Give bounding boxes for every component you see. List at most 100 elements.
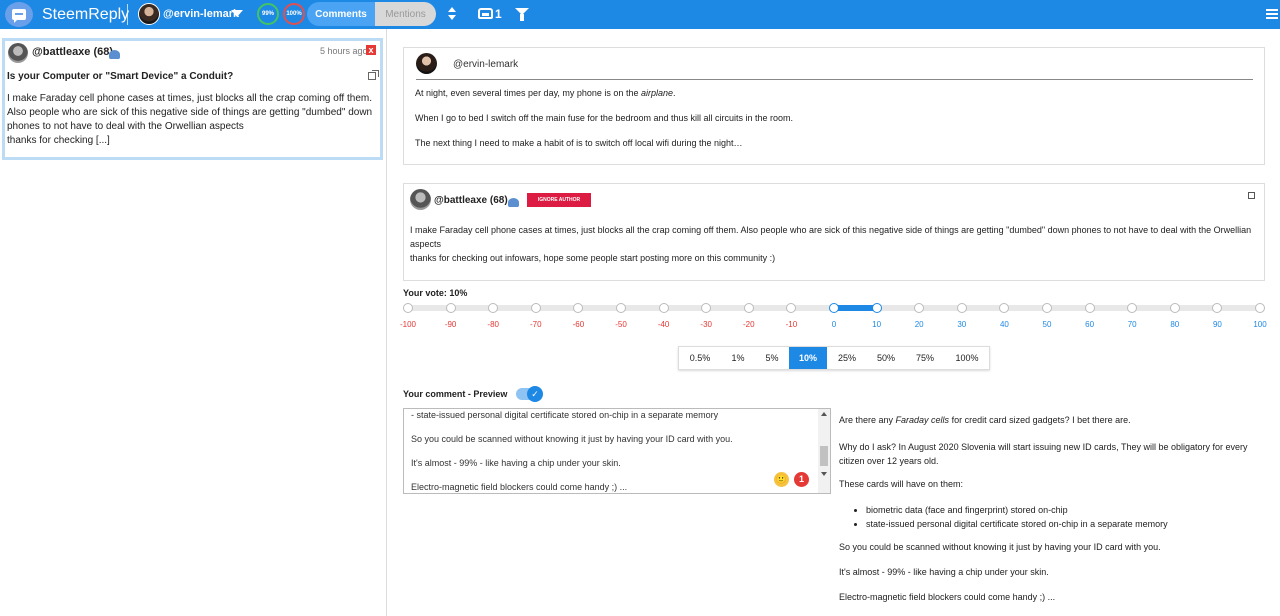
slider-stop[interactable]: [829, 303, 839, 313]
close-icon[interactable]: x: [366, 45, 376, 55]
slider-label: -100: [399, 320, 417, 329]
slider-label: 40: [999, 320, 1009, 329]
reply-author-avatar: [410, 189, 431, 210]
slider-stop[interactable]: [573, 303, 584, 313]
inbox-icon[interactable]: [478, 8, 493, 19]
slider-label: 20: [914, 320, 924, 329]
slider-stop[interactable]: [871, 303, 882, 313]
slider-label: 10: [872, 320, 882, 329]
slider-label: -80: [487, 320, 499, 329]
preview-paragraph-5: It's almost - 99% - like having a chip u…: [839, 567, 1049, 577]
slider-stop[interactable]: [530, 303, 541, 313]
slider-stop[interactable]: [1042, 303, 1052, 313]
vote-preset-button[interactable]: 0.5%: [679, 347, 721, 369]
username[interactable]: @ervin-lemark: [163, 8, 239, 20]
check-icon: ✓: [527, 386, 543, 402]
list-item: state-issued personal digital certificat…: [866, 517, 1168, 531]
slider-stop[interactable]: [403, 303, 413, 313]
external-link-icon[interactable]: [1248, 192, 1255, 199]
editor-line: Electro-magnetic field blockers could co…: [411, 482, 628, 492]
slider-label: 70: [1127, 320, 1137, 329]
app-logo-icon[interactable]: [5, 2, 33, 27]
slider-stop[interactable]: [658, 303, 669, 313]
vote-preset-button[interactable]: 25%: [827, 347, 867, 369]
app-title: SteemReply: [42, 6, 130, 23]
vote-preset-button[interactable]: 50%: [867, 347, 905, 369]
slider-stop[interactable]: [1255, 303, 1265, 313]
emoji-icon[interactable]: 🙂: [774, 472, 789, 487]
scroll-up-icon[interactable]: [821, 412, 827, 416]
filter-icon[interactable]: [515, 8, 529, 21]
slider-stop[interactable]: [743, 303, 754, 313]
slider-stop[interactable]: [1084, 303, 1095, 313]
preview-paragraph-6: Electro-magnetic field blockers could co…: [839, 592, 1056, 602]
author-name[interactable]: @battleaxe (68): [32, 46, 113, 58]
slider-label: -60: [572, 320, 585, 329]
reply-body: I make Faraday cell phone cases at times…: [410, 225, 1252, 263]
slider-stop[interactable]: [914, 303, 925, 313]
comment-editor[interactable]: - state-issued personal digital certific…: [403, 408, 831, 494]
vote-preset-button[interactable]: 5%: [755, 347, 789, 369]
slider-label: -30: [700, 320, 712, 329]
parent-paragraph-1: At night, even several times per day, my…: [415, 88, 676, 98]
vote-slider[interactable]: [403, 303, 1265, 313]
resize-handle[interactable]: [818, 480, 830, 493]
slider-stop[interactable]: [1212, 303, 1223, 313]
tab-mentions[interactable]: Mentions: [375, 2, 436, 26]
preview-toggle[interactable]: ✓: [516, 386, 543, 402]
vote-preset-button[interactable]: 75%: [905, 347, 945, 369]
ignore-author-button[interactable]: IGNORE AUTHOR: [527, 193, 591, 207]
slider-label: -10: [785, 320, 798, 329]
slider-stop[interactable]: [488, 303, 499, 313]
slider-label: 80: [1170, 320, 1180, 329]
user-avatar[interactable]: [138, 3, 160, 25]
reply-author-name[interactable]: @battleaxe (68): [434, 195, 508, 206]
preview-paragraph-1: Are there any Faraday cells for credit c…: [839, 415, 1131, 425]
external-link-icon[interactable]: [368, 70, 379, 80]
user-icon: [508, 198, 519, 207]
notification-card[interactable]: @battleaxe (68) 5 hours ago x Is your Co…: [2, 38, 383, 160]
slider-stop[interactable]: [1169, 303, 1180, 313]
comment-label: Your comment - Preview: [403, 389, 508, 399]
divider: [127, 4, 128, 25]
notification-list: @battleaxe (68) 5 hours ago x Is your Co…: [0, 29, 387, 616]
inbox-count: 1: [495, 7, 502, 21]
chevron-down-icon[interactable]: [231, 10, 243, 17]
slider-stop[interactable]: [999, 303, 1010, 313]
parent-paragraph-2: When I go to bed I switch off the main f…: [415, 113, 794, 123]
parent-comment: @ervin-lemark At night, even several tim…: [403, 47, 1265, 165]
slider-label: -50: [615, 320, 627, 329]
sort-icon[interactable]: [447, 7, 457, 22]
slider-label: 50: [1042, 320, 1052, 329]
slider-label: -40: [657, 320, 670, 329]
slider-stop[interactable]: [701, 303, 712, 313]
slider-label: -90: [444, 320, 457, 329]
preview-list: biometric data (face and fingerprint) st…: [866, 503, 1168, 531]
menu-icon[interactable]: [1266, 9, 1278, 19]
scroll-thumb[interactable]: [820, 446, 828, 466]
slider-stop[interactable]: [445, 303, 456, 313]
slider-stop[interactable]: [786, 303, 797, 313]
top-bar: SteemReply @ervin-lemark 99% 100% Commen…: [0, 0, 1280, 29]
parent-author-name[interactable]: @ervin-lemark: [453, 59, 518, 70]
editor-line: So you could be scanned without knowing …: [411, 434, 733, 444]
slider-labels: -100 -90 -80 -70 -60 -50 -40 -30 -20 -10 0 10 20 30 40…: [400, 320, 1267, 332]
post-title: Is your Computer or "Smart Device" a Con…: [7, 71, 234, 82]
vote-label: Your vote: 10%: [403, 288, 468, 298]
vote-preset-group: 0.5% 1% 5% 10% 25% 50% 75% 100%: [678, 346, 990, 370]
vote-preset-button[interactable]: 1%: [721, 347, 755, 369]
editor-line: - state-issued personal digital certific…: [411, 410, 719, 420]
slider-label: -20: [743, 320, 755, 329]
slider-label: -70: [530, 320, 542, 329]
error-badge[interactable]: 1: [794, 472, 809, 487]
slider-stop[interactable]: [956, 303, 967, 313]
preview-paragraph-4: So you could be scanned without knowing …: [839, 542, 1161, 552]
user-icon: [109, 50, 120, 59]
tab-comments[interactable]: Comments: [307, 2, 375, 26]
slider-stop[interactable]: [1127, 303, 1138, 313]
slider-stop[interactable]: [616, 303, 626, 313]
scroll-down-icon[interactable]: [821, 472, 827, 476]
vote-preset-button[interactable]: 100%: [945, 347, 989, 369]
resource-credits-gauge: 100%: [283, 3, 305, 25]
vote-preset-button[interactable]: 10%: [789, 347, 827, 369]
